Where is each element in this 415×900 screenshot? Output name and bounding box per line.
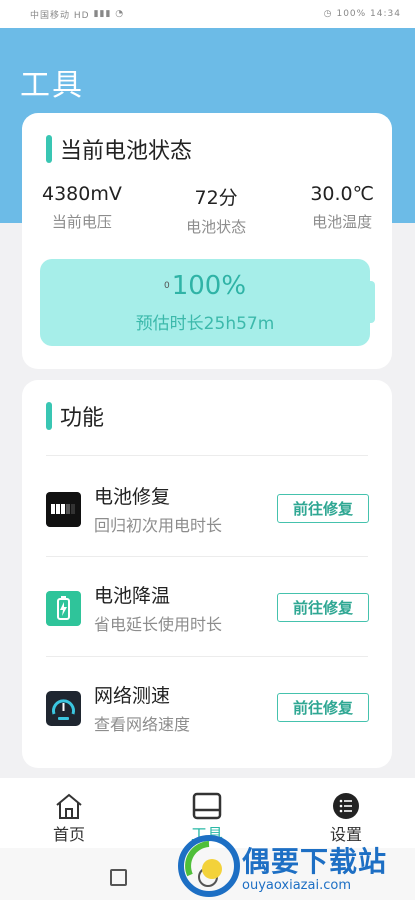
battery-tip	[370, 281, 375, 323]
watermark-cn: 偶要下载站	[242, 844, 388, 878]
tab-label: 首页	[52, 825, 85, 844]
battery-status-card: 当前电池状态 4380mV 当前电压 72分 电池状态 30.0℃ 电池温度 0…	[22, 113, 392, 369]
battery-stats: 4380mV 当前电压 72分 电池状态 30.0℃ 电池温度	[22, 183, 392, 237]
signal-icon: ▮▮▮ ◔	[93, 9, 125, 19]
feature-network-speed[interactable]: 网络测速 查看网络速度 前往修复	[46, 677, 369, 739]
page-title: 工具	[20, 68, 84, 103]
features-card: 功能 电池修复 回归初次用电时长 前往修复 电池降温 省电延长使用时长 前往修复…	[22, 380, 392, 768]
battery-cooling-button[interactable]: 前往修复	[277, 593, 369, 622]
battery-estimate: 预估时长25h57m	[135, 314, 275, 334]
feature-name: 电池修复	[94, 486, 171, 508]
network-speed-button[interactable]: 前往修复	[277, 693, 369, 722]
features-card-title: 功能	[60, 406, 105, 431]
watermark-en: ouyaoxiazai.com	[242, 877, 351, 893]
title-accent-bar	[46, 135, 52, 163]
features-card-header: 功能	[46, 400, 104, 432]
stat-value: 4380mV	[42, 183, 122, 205]
battery-repair-button[interactable]: 前往修复	[277, 494, 369, 523]
tools-icon	[192, 792, 222, 820]
battery-card-title: 当前电池状态	[60, 139, 193, 164]
battery-cool-icon	[46, 591, 81, 626]
stat-value: 30.0℃	[310, 183, 374, 205]
watermark-logo-icon	[178, 835, 240, 897]
feature-name: 电池降温	[94, 585, 171, 607]
divider	[46, 656, 368, 657]
alarm-icon: ◷	[323, 9, 333, 19]
feature-desc: 回归初次用电时长	[94, 516, 223, 535]
battery-repair-icon	[46, 492, 81, 527]
charging-mark: 0	[163, 281, 170, 291]
recents-button[interactable]	[110, 869, 127, 886]
stat-label: 当前电压	[51, 213, 112, 231]
status-bar: 中国移动 HD ▮▮▮ ◔ ◷ 100% 14:34	[0, 0, 415, 28]
settings-list-icon	[333, 793, 359, 819]
tab-home[interactable]: 首页	[34, 792, 104, 845]
stat-label: 电池状态	[186, 218, 247, 236]
carrier-text: 中国移动 HD	[30, 10, 90, 21]
divider	[46, 556, 368, 557]
stat-label: 电池温度	[312, 213, 373, 231]
home-icon	[56, 793, 82, 819]
battery-percent: 100%	[171, 271, 247, 301]
feature-desc: 省电延长使用时长	[94, 615, 223, 634]
feature-name: 网络测速	[94, 685, 171, 707]
divider	[46, 455, 368, 456]
battery-status-text: 100% 14:34	[336, 9, 401, 19]
battery-card-header: 当前电池状态	[46, 133, 192, 165]
speedometer-icon	[46, 691, 81, 726]
watermark: 偶要下载站 ouyaoxiazai.com	[178, 832, 415, 900]
stat-temperature: 30.0℃ 电池温度	[310, 183, 374, 237]
feature-battery-cooling[interactable]: 电池降温 省电延长使用时长 前往修复	[46, 577, 369, 639]
feature-battery-repair[interactable]: 电池修复 回归初次用电时长 前往修复	[46, 478, 369, 540]
feature-desc: 查看网络速度	[94, 715, 191, 734]
battery-level-indicator: 0 100% 预估时长25h57m	[40, 259, 370, 346]
stat-voltage: 4380mV 当前电压	[42, 183, 122, 237]
stat-health: 72分 电池状态	[186, 183, 246, 237]
title-accent-bar	[46, 402, 52, 430]
stat-value: 72分	[194, 187, 238, 209]
